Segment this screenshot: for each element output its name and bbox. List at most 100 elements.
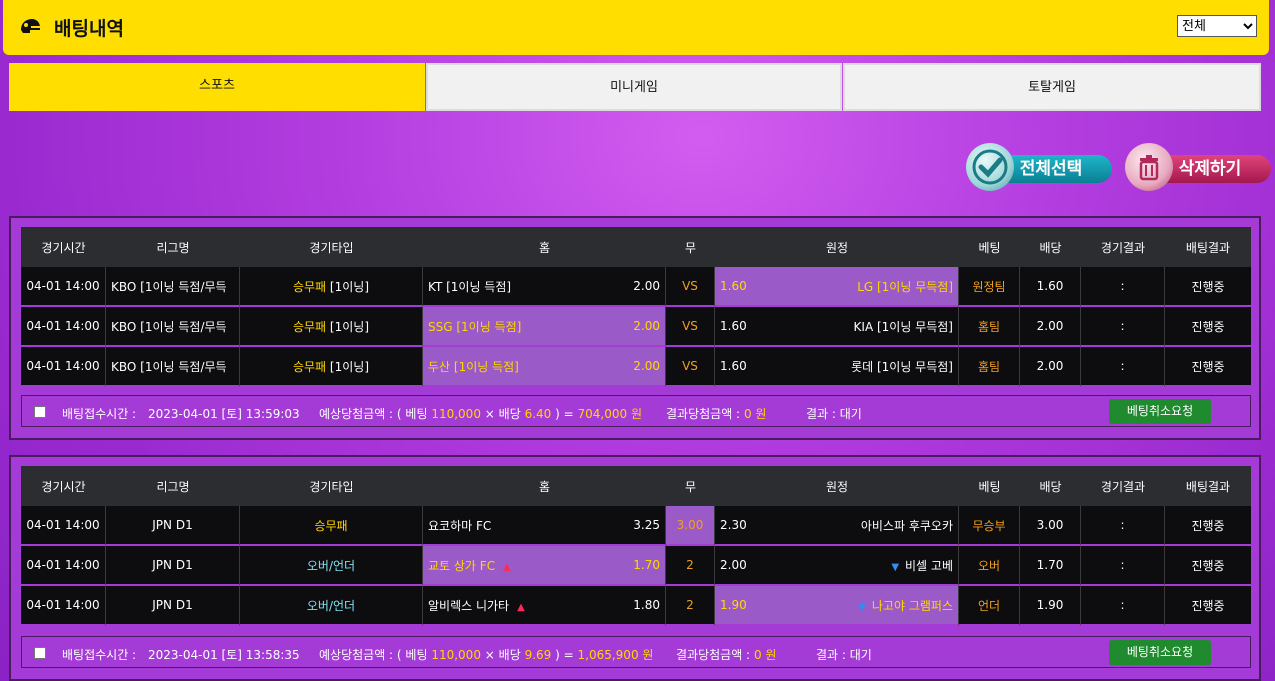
- col-type: 경기타입: [240, 227, 423, 267]
- away-odds: 2.00: [720, 558, 747, 572]
- home-team: 요코하마 FC: [428, 518, 492, 533]
- cell-time: 04-01 14:00: [21, 546, 106, 586]
- cell-league: KBO [1이닝 득점/무득: [106, 267, 240, 307]
- away-team: ▼ 비셀 고베: [891, 558, 953, 573]
- arrow-up-icon: ▲: [503, 561, 511, 573]
- cell-league: JPN D1: [106, 506, 240, 546]
- cell-league: KBO [1이닝 득점/무득: [106, 307, 240, 347]
- cell-pick: 홈팀: [959, 347, 1020, 387]
- page-header: 배팅내역 전체: [3, 0, 1269, 55]
- col-status: 배팅결과: [1165, 227, 1251, 267]
- col-odds: 배당: [1020, 227, 1081, 267]
- cell-away[interactable]: 1.90 ▼ 나고야 그램퍼스: [715, 586, 959, 626]
- bet-checkbox[interactable]: [34, 647, 46, 659]
- away-team: LG [1이닝 무득점]: [857, 279, 953, 294]
- select-all-button[interactable]: 전체선택: [966, 143, 1114, 193]
- table-header: 경기시간 리그명 경기타입 홈 무 원정 베팅 배당 경기결과 배팅결과: [21, 466, 1251, 506]
- trash-icon: [1125, 143, 1173, 191]
- cell-away[interactable]: 1.60 롯데 [1이닝 무득점]: [715, 347, 959, 387]
- cell-odds: 1.70: [1020, 546, 1081, 586]
- home-team: 알비렉스 니가타 ▲: [428, 598, 525, 613]
- cell-draw: VS: [666, 267, 715, 307]
- bet-table: 경기시간 리그명 경기타입 홈 무 원정 베팅 배당 경기결과 배팅결과 04-…: [21, 227, 1251, 387]
- page-title: 배팅내역: [54, 18, 124, 40]
- cell-type: 승무패 [1이닝]: [240, 347, 423, 387]
- home-odds: 2.00: [633, 359, 660, 373]
- cell-result: :: [1081, 546, 1165, 586]
- filter-select[interactable]: 전체: [1177, 15, 1257, 37]
- arrow-down-icon: ▼: [891, 561, 900, 573]
- cell-type: 승무패 [1이닝]: [240, 307, 423, 347]
- col-draw: 무: [666, 466, 715, 506]
- tab-bar: 스포츠 미니게임 토탈게임: [9, 63, 1261, 111]
- col-away: 원정: [715, 466, 959, 506]
- home-odds: 1.70: [633, 558, 660, 572]
- cell-home[interactable]: 알비렉스 니가타 ▲ 1.80: [423, 586, 666, 626]
- away-odds: 1.60: [720, 279, 747, 293]
- tab-totalgame[interactable]: 토탈게임: [843, 63, 1261, 111]
- bet-checkbox[interactable]: [34, 406, 46, 418]
- result-amount: 결과당첨금액 : 0 원: [666, 407, 767, 421]
- cell-time: 04-01 14:00: [21, 347, 106, 387]
- home-odds: 2.00: [633, 319, 660, 333]
- cell-league: JPN D1: [106, 586, 240, 626]
- away-odds: 1.60: [720, 359, 747, 373]
- col-league: 리그명: [106, 466, 240, 506]
- arrow-up-icon: ▲: [517, 601, 525, 613]
- table-row: 04-01 14:00 KBO [1이닝 득점/무득 승무패 [1이닝] KT …: [21, 267, 1251, 307]
- cell-time: 04-01 14:00: [21, 586, 106, 626]
- away-team: ▼ 나고야 그램퍼스: [858, 598, 953, 613]
- cell-draw[interactable]: 3.00: [666, 506, 715, 546]
- col-result: 경기결과: [1081, 466, 1165, 506]
- col-home: 홈: [423, 466, 666, 506]
- cell-pick: 무승부: [959, 506, 1020, 546]
- cell-draw: 2: [666, 586, 715, 626]
- cell-away[interactable]: 2.30 아비스파 후쿠오카: [715, 506, 959, 546]
- cell-status: 진행중: [1165, 347, 1251, 387]
- result-status: 결과 : 대기: [806, 407, 862, 421]
- tab-sports[interactable]: 스포츠: [9, 63, 425, 111]
- cell-time: 04-01 14:00: [21, 267, 106, 307]
- cell-type: 오버/언더: [240, 546, 423, 586]
- expected-amount: 예상당첨금액 : ( 베팅 110,000 × 배당 6.40 ) = 704,…: [319, 407, 642, 421]
- col-away: 원정: [715, 227, 959, 267]
- cell-home[interactable]: KT [1이닝 득점] 2.00: [423, 267, 666, 307]
- cell-status: 진행중: [1165, 586, 1251, 626]
- delete-button[interactable]: 삭제하기: [1125, 143, 1273, 193]
- cell-time: 04-01 14:00: [21, 307, 106, 347]
- cell-away[interactable]: 1.60 LG [1이닝 무득점]: [715, 267, 959, 307]
- cell-home[interactable]: SSG [1이닝 득점] 2.00: [423, 307, 666, 347]
- cell-away[interactable]: 1.60 KIA [1이닝 무득점]: [715, 307, 959, 347]
- col-draw: 무: [666, 227, 715, 267]
- cell-status: 진행중: [1165, 546, 1251, 586]
- cell-home[interactable]: 요코하마 FC 3.25: [423, 506, 666, 546]
- col-result: 경기결과: [1081, 227, 1165, 267]
- cell-odds: 1.90: [1020, 586, 1081, 626]
- away-odds: 1.90: [720, 598, 747, 612]
- table-row: 04-01 14:00 KBO [1이닝 득점/무득 승무패 [1이닝] 두산 …: [21, 347, 1251, 387]
- cell-away[interactable]: 2.00 ▼ 비셀 고베: [715, 546, 959, 586]
- cell-status: 진행중: [1165, 267, 1251, 307]
- home-team: KT [1이닝 득점]: [428, 279, 512, 294]
- col-home: 홈: [423, 227, 666, 267]
- cell-home[interactable]: 두산 [1이닝 득점] 2.00: [423, 347, 666, 387]
- cell-draw: 2: [666, 546, 715, 586]
- col-pick: 베팅: [959, 227, 1020, 267]
- tab-minigame[interactable]: 미니게임: [426, 63, 842, 111]
- cell-odds: 2.00: [1020, 347, 1081, 387]
- cancel-bet-button[interactable]: 베팅취소요청: [1109, 640, 1211, 665]
- cell-result: :: [1081, 347, 1165, 387]
- cell-home[interactable]: 교토 상가 FC ▲ 1.70: [423, 546, 666, 586]
- home-odds: 1.80: [633, 598, 660, 612]
- col-pick: 베팅: [959, 466, 1020, 506]
- home-team: 두산 [1이닝 득점]: [428, 359, 519, 374]
- bet-time-value: 2023-04-01 [토] 13:59:03: [148, 407, 300, 421]
- arrow-down-icon: ▼: [858, 601, 866, 613]
- table-row: 04-01 14:00 JPN D1 승무패 요코하마 FC 3.25 3.00 …: [21, 506, 1251, 546]
- away-team: 롯데 [1이닝 무득점]: [851, 359, 953, 374]
- cell-pick: 언더: [959, 586, 1020, 626]
- col-status: 배팅결과: [1165, 466, 1251, 506]
- helmet-icon: [21, 19, 40, 33]
- cancel-bet-button[interactable]: 베팅취소요청: [1109, 399, 1211, 424]
- away-team: KIA [1이닝 무득점]: [853, 319, 953, 334]
